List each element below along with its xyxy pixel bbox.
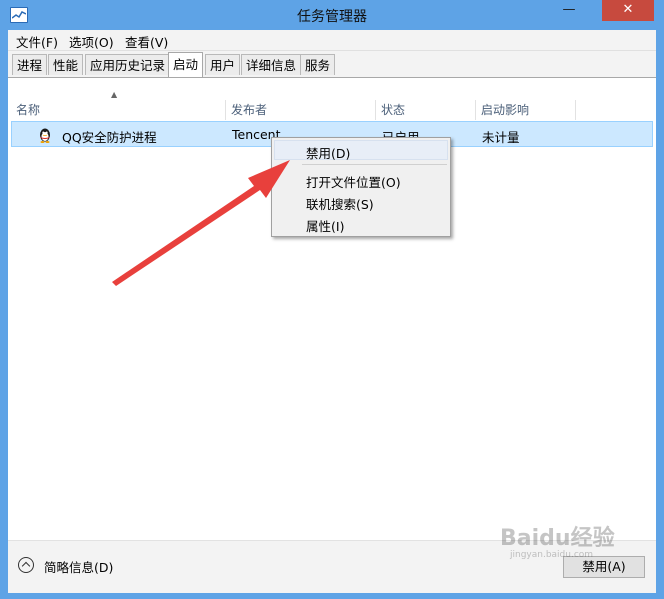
menu-bar: 文件(F) 选项(O) 查看(V)	[8, 30, 656, 51]
row-impact: 未计量	[482, 130, 520, 145]
tab-strip: 进程 性能 应用历史记录 启动 用户 详细信息 服务	[8, 51, 656, 78]
column-name[interactable]: 名称	[11, 100, 226, 120]
tab-performance[interactable]: 性能	[48, 54, 84, 75]
title-bar[interactable]: 任务管理器 — ✕	[0, 0, 664, 30]
menu-options[interactable]: 选项(O)	[69, 32, 114, 51]
context-menu-separator	[302, 164, 447, 165]
minimize-button[interactable]: —	[552, 0, 586, 21]
context-item-open-file-location[interactable]: 打开文件位置(O)	[306, 172, 401, 191]
context-item-disable[interactable]: 禁用(D)	[306, 143, 350, 162]
menu-file[interactable]: 文件(F)	[16, 32, 58, 51]
sort-ascending-icon: ▲	[111, 90, 118, 99]
context-item-search-online[interactable]: 联机搜索(S)	[306, 194, 374, 213]
menu-view[interactable]: 查看(V)	[125, 32, 168, 51]
context-item-properties[interactable]: 属性(I)	[306, 216, 344, 235]
qq-penguin-icon	[40, 128, 50, 143]
fewer-details-link[interactable]: 简略信息(D)	[44, 557, 113, 576]
watermark-url: jingyan.baidu.com	[510, 550, 594, 560]
context-menu-highlight	[274, 140, 448, 160]
collapse-icon[interactable]	[18, 557, 34, 573]
column-status[interactable]: 状态	[376, 100, 476, 120]
column-publisher[interactable]: 发布者	[226, 100, 376, 120]
column-startup-impact[interactable]: 启动影响	[476, 100, 576, 120]
tab-users[interactable]: 用户	[205, 54, 241, 75]
context-menu: 禁用(D) 打开文件位置(O) 联机搜索(S) 属性(I)	[271, 137, 451, 237]
tab-processes[interactable]: 进程	[12, 54, 48, 75]
row-name: QQ安全防护进程	[62, 130, 157, 145]
tab-app-history[interactable]: 应用历史记录	[85, 54, 171, 75]
window-frame: 文件(F) 选项(O) 查看(V) 进程 性能 应用历史记录 启动 用户 详细信…	[8, 30, 656, 593]
close-button[interactable]: ✕	[602, 0, 654, 21]
tab-startup[interactable]: 启动	[168, 52, 204, 77]
tab-services[interactable]: 服务	[300, 54, 336, 75]
tab-details[interactable]: 详细信息	[241, 54, 302, 75]
watermark-logo: Baidu经验	[500, 526, 615, 551]
